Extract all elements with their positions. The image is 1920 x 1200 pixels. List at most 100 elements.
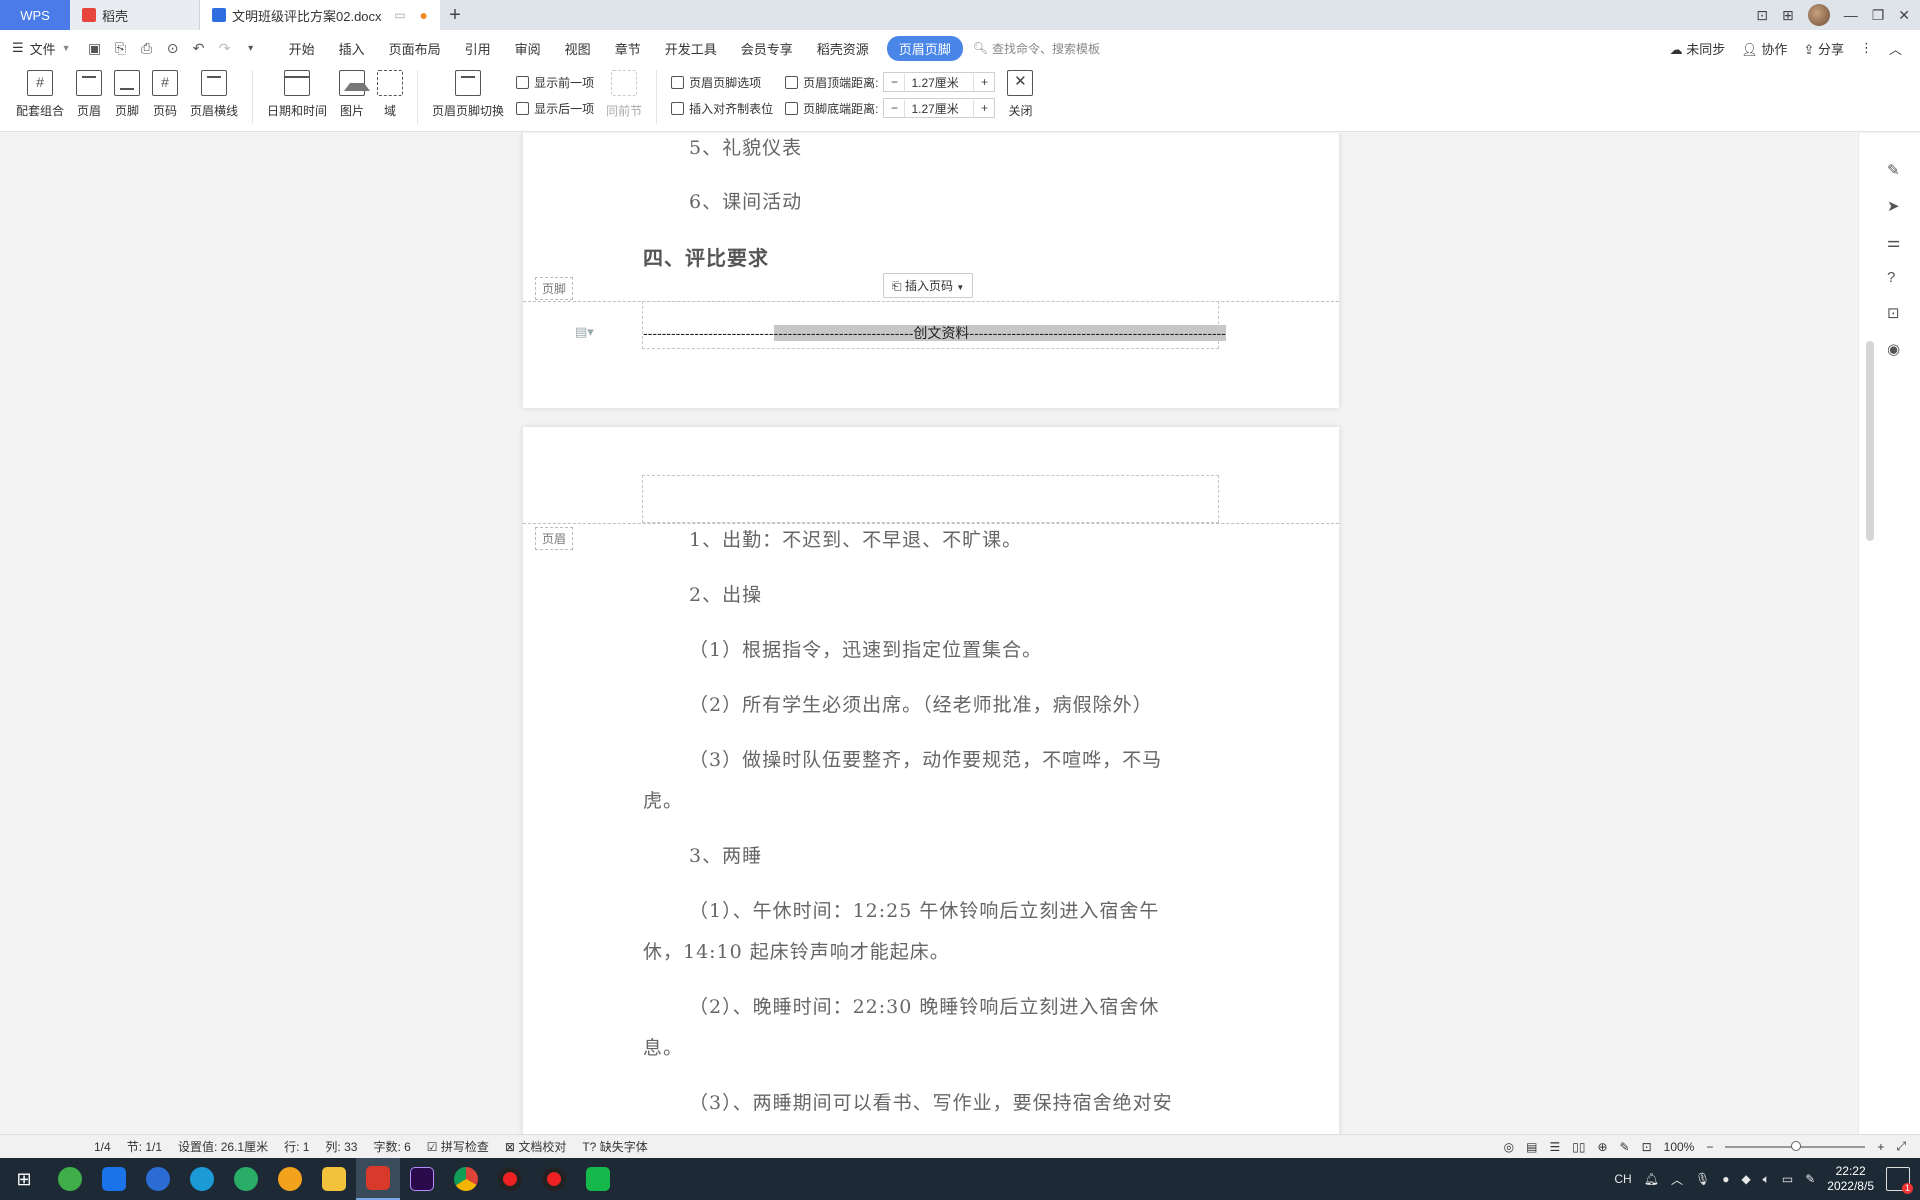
close-hf-button[interactable]: 关闭 (1001, 70, 1039, 119)
section-heading[interactable]: 四、评比要求 (643, 242, 769, 271)
collab-button[interactable]: 👤︎ 协作 (1741, 39, 1787, 58)
field-button[interactable]: 域 (371, 70, 409, 119)
network-icon[interactable]: ▭ (1782, 1172, 1793, 1186)
share-button[interactable]: ⇪ 分享 (1803, 39, 1844, 58)
menu-section[interactable]: 章节 (603, 39, 653, 58)
paragraph[interactable]: 6、课间活动 (689, 187, 802, 214)
insert-page-number-button[interactable]: ⎗ 插入页码 ▼ (883, 273, 974, 298)
paragraph[interactable]: （1）根据指令，迅速到指定位置集合。 (689, 635, 1042, 662)
increase-button[interactable]: + (974, 75, 994, 89)
tab-docer[interactable]: 稻壳 (70, 0, 200, 30)
reading-mode-icon[interactable]: ⊡ (1756, 7, 1768, 24)
print-icon[interactable]: ⎙ (139, 40, 155, 57)
paragraph[interactable]: （2）所有学生必须出席。（经老师批准，病假除外） (689, 690, 1153, 717)
menu-start[interactable]: 开始 (277, 39, 327, 58)
zoom-knob[interactable] (1791, 1140, 1802, 1151)
taskbar-app-edge[interactable] (180, 1158, 224, 1200)
ime-indicator[interactable]: CH (1614, 1172, 1631, 1186)
more-icon[interactable]: ⋮ (1860, 40, 1873, 56)
taskbar-app-browser[interactable] (92, 1158, 136, 1200)
paragraph[interactable]: 5、礼貌仪表 (689, 133, 802, 160)
close-window-icon[interactable]: ✕ (1898, 7, 1910, 24)
hf-options-button[interactable]: 页眉页脚选项 (671, 72, 773, 92)
taskbar-app-premiere[interactable] (400, 1158, 444, 1200)
header-top-value[interactable]: 1.27厘米 (904, 73, 975, 91)
picture-button[interactable]: 图片 (333, 70, 371, 119)
header-button[interactable]: 页眉 (70, 70, 108, 119)
decrease-button[interactable]: − (884, 75, 904, 89)
taskbar-app-iqiyi[interactable] (576, 1158, 620, 1200)
page-number-button[interactable]: 页码 (146, 70, 184, 119)
redo-icon[interactable]: ↷ (217, 40, 233, 57)
notification-bell-icon[interactable]: 🔔︎ (1644, 1172, 1659, 1186)
web-view-icon[interactable]: ⊕ (1597, 1140, 1607, 1154)
paragraph[interactable]: （2）、晚睡时间：22:30 晚睡铃响后立刻进入宿舍休 (689, 992, 1159, 1019)
increase-button[interactable]: + (974, 101, 994, 115)
taskbar-app-wechat[interactable] (224, 1158, 268, 1200)
file-menu[interactable]: ☰ 文件 ▼ (12, 39, 71, 58)
footer-text[interactable]: ----------------------------------------… (643, 323, 1226, 343)
paragraph[interactable]: 1、出勤：不迟到、不早退、不旷课。 (689, 525, 1022, 552)
paragraph[interactable]: （3）、两睡期间可以看书、写作业，要保持宿舍绝对安 (689, 1088, 1173, 1115)
footer-doc-icon[interactable]: ▤▾ (575, 324, 594, 340)
outline-view-icon[interactable]: ☰ (1549, 1140, 1560, 1154)
taskbar-app-chrome[interactable] (444, 1158, 488, 1200)
page-indicator[interactable]: 1/4 (94, 1140, 111, 1154)
menu-developer[interactable]: 开发工具 (653, 39, 729, 58)
windows-start-icon[interactable]: ⊞ (0, 1158, 48, 1200)
proofread-button[interactable]: ⊠ 文档校对 (505, 1138, 566, 1155)
command-search[interactable]: 🔍︎ 查找命令、搜索模板 (973, 40, 1100, 57)
taskbar-app-wps[interactable] (356, 1158, 400, 1200)
adjust-icon[interactable]: ⚌ (1887, 233, 1900, 251)
scroll-thumb[interactable] (1866, 341, 1874, 541)
menu-docer-resources[interactable]: 稻壳资源 (805, 39, 881, 58)
spell-check-toggle[interactable]: ☑ 拼写检查 (427, 1138, 489, 1155)
help-icon[interactable]: ? (1887, 269, 1900, 286)
vertical-scrollbar[interactable] (1863, 141, 1875, 1131)
monitor-icon[interactable]: ▭ (394, 8, 405, 22)
pen-tray-icon[interactable]: ✎ (1805, 1172, 1815, 1186)
page-2[interactable]: 页眉 1、出勤：不迟到、不早退、不旷课。 2、出操 （1）根据指令，迅速到指定位… (523, 427, 1339, 1146)
insert-tab-stop-button[interactable]: 插入对齐制表位 (671, 98, 773, 118)
menu-page-layout[interactable]: 页面布局 (377, 39, 453, 58)
footer-bottom-stepper[interactable]: − 1.27厘米 + (883, 98, 996, 118)
export-pdf-icon[interactable]: ⎘ (113, 40, 129, 57)
zoom-in-icon[interactable]: + (1877, 1140, 1884, 1154)
restore-icon[interactable]: ❐ (1872, 7, 1885, 24)
menu-header-footer[interactable]: 页眉页脚 (886, 35, 963, 61)
image-tool-icon[interactable]: ⊡ (1887, 304, 1900, 322)
pen-icon[interactable]: ✎ (1887, 161, 1900, 179)
undo-icon[interactable]: ↶ (191, 40, 207, 57)
same-as-prev-button[interactable]: 同前节 (600, 70, 648, 119)
tray-expand-icon[interactable]: ︿ (1671, 1171, 1683, 1188)
write-mode-icon[interactable]: ✎ (1620, 1140, 1630, 1154)
collapse-ribbon-icon[interactable]: ︿ (1889, 39, 1902, 58)
save-icon[interactable]: ▣ (87, 40, 103, 57)
reading-view-icon[interactable]: ▯▯ (1572, 1140, 1585, 1154)
tray-app-icon-2[interactable]: ◆ (1741, 1172, 1750, 1186)
action-center-icon[interactable] (1886, 1167, 1913, 1194)
show-next-button[interactable]: 显示后一项 (516, 98, 594, 118)
sync-button[interactable]: ☁ 未同步 (1670, 39, 1726, 58)
fullscreen-icon[interactable]: ⤢ (1896, 1139, 1906, 1154)
zoom-level[interactable]: 100% (1664, 1140, 1695, 1154)
select-cursor-icon[interactable]: ➤ (1887, 197, 1900, 215)
header-top-stepper[interactable]: − 1.27厘米 + (883, 72, 996, 92)
menu-insert[interactable]: 插入 (327, 39, 377, 58)
paragraph[interactable]: 虎。 (643, 786, 683, 813)
location-icon[interactable]: ◉ (1887, 340, 1900, 358)
missing-font-button[interactable]: T? 缺失字体 (582, 1138, 647, 1155)
microphone-icon[interactable]: 🎙︎ (1695, 1172, 1710, 1186)
paragraph[interactable]: 息。 (643, 1033, 683, 1060)
wps-home-tab[interactable]: WPS (0, 0, 70, 30)
customize-qat-icon[interactable]: ▾ (243, 43, 259, 54)
header-line-button[interactable]: 页眉横线 (184, 70, 244, 119)
eye-protect-icon[interactable]: ◎ (1504, 1140, 1514, 1154)
tab-document[interactable]: 文明班级评比方案02.docx ▭ ● (200, 0, 440, 30)
show-prev-button[interactable]: 显示前一项 (516, 72, 594, 92)
tray-app-icon[interactable]: ● (1722, 1172, 1729, 1186)
menu-review[interactable]: 审阅 (503, 39, 553, 58)
avatar[interactable] (1807, 4, 1830, 26)
decrease-button[interactable]: − (884, 101, 904, 115)
taskbar-app-player[interactable] (268, 1158, 312, 1200)
